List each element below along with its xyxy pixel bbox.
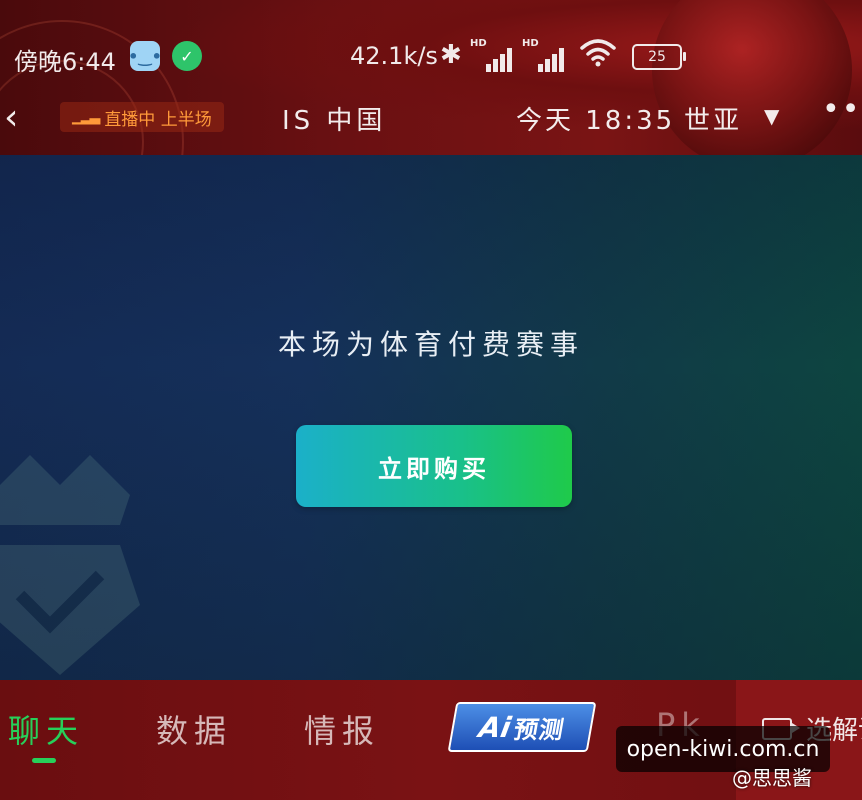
match-time: 今天 18:35 (516, 106, 676, 136)
signal-bar (493, 59, 498, 72)
battery-icon: 25 (632, 44, 686, 70)
buy-now-button[interactable]: 立即购买 (296, 425, 572, 507)
team-left: IS 中国 (282, 106, 387, 136)
tab-intel[interactable]: 情报 (304, 706, 380, 752)
live-status-badge: ▁▂▃ 直播中 上半场 (60, 102, 224, 132)
signal-hd-label: HD (522, 38, 539, 49)
signal-bar (507, 48, 512, 72)
active-tab-indicator (32, 758, 56, 763)
author-watermark: @思思酱 (732, 766, 812, 790)
team-right: 世亚 (684, 106, 743, 136)
header: 傍晚6:44 •‿• ✓ 42.1k/s ✱ HD HD 25 ‹ ▁▂▃ 直播… (0, 0, 862, 155)
chevron-left-icon[interactable]: ‹ (4, 98, 18, 138)
signal-bar (559, 48, 564, 72)
video-player: 本场为体育付费赛事 立即购买 (0, 155, 862, 680)
signal-bar (500, 54, 505, 72)
match-bar: ‹ ▁▂▃ 直播中 上半场 IS 中国 今天 18:35 世亚 ▼ •• (0, 92, 862, 144)
ai-tab-label: 预测 (511, 715, 567, 744)
wifi-icon (580, 39, 616, 67)
signal-bar (552, 54, 557, 72)
chevron-down-icon[interactable]: ▼ (764, 104, 779, 128)
signal-bar (486, 64, 491, 72)
signal-bar (538, 64, 543, 72)
app-notification-icon: •‿• (128, 41, 162, 71)
tab-data[interactable]: 数据 (156, 706, 232, 752)
crown-watermark-icon (0, 455, 140, 675)
live-bars-icon: ▁▂▃ (72, 109, 100, 125)
tab-ai-prediction[interactable]: Ai 预测 (447, 702, 597, 752)
ai-logo-mark: Ai (476, 710, 514, 744)
signal-hd-label: HD (470, 38, 487, 49)
cell-signal-icon: HD (470, 38, 516, 74)
cell-signal-icon: HD (522, 38, 568, 74)
signal-bar (545, 59, 550, 72)
live-status-text: 直播中 上半场 (104, 109, 212, 130)
status-bar: 傍晚6:44 •‿• ✓ 42.1k/s ✱ HD HD 25 (0, 38, 862, 78)
network-speed: 42.1k/s (350, 42, 438, 70)
shield-check-icon: ✓ (172, 41, 202, 71)
more-dots-icon[interactable]: •• (822, 92, 861, 127)
paid-event-notice: 本场为体育付费赛事 (277, 328, 584, 361)
bluetooth-icon: ✱ (440, 40, 462, 70)
clock: 傍晚6:44 (14, 48, 116, 76)
tab-chat[interactable]: 聊天 (8, 706, 84, 752)
